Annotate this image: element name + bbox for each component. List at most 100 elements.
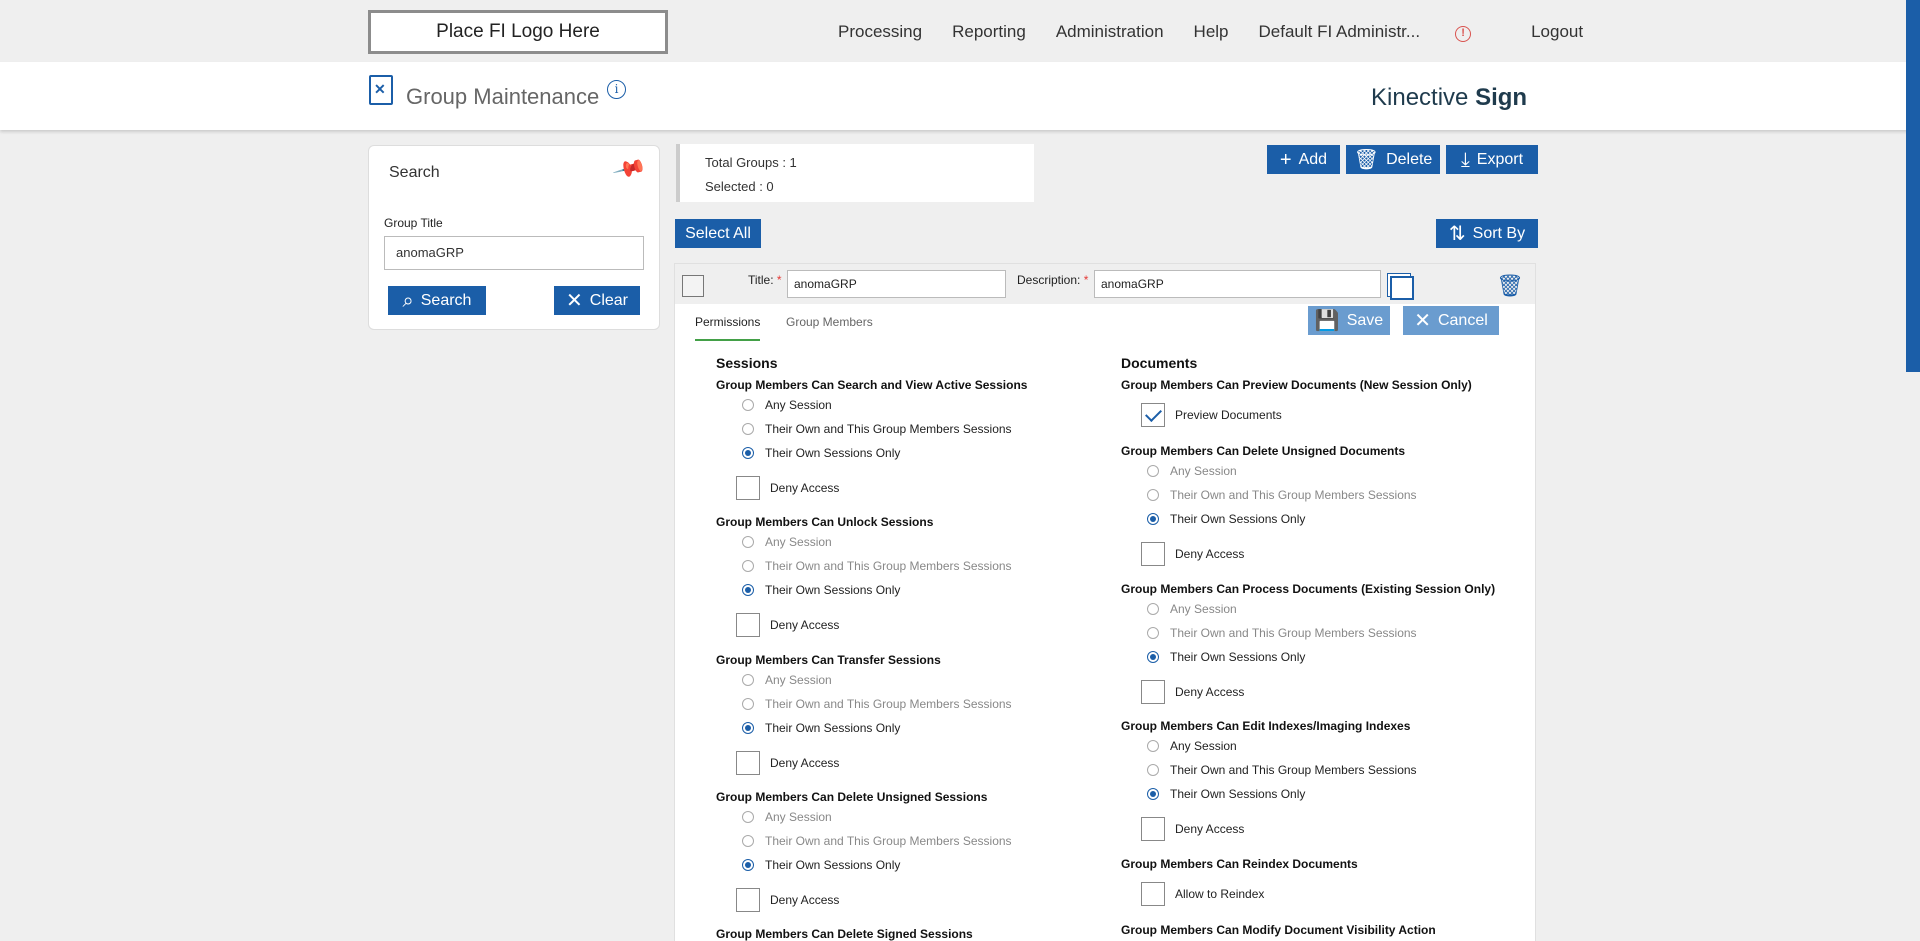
sort-by-button-label: Sort By [1472, 224, 1526, 242]
checkbox-box [736, 476, 760, 500]
radio-option[interactable]: Any Session [742, 398, 832, 412]
radio-label: Their Own Sessions Only [765, 721, 901, 735]
radio-option[interactable]: Any Session [742, 810, 832, 824]
radio-label: Their Own and This Group Members Session… [765, 834, 1012, 848]
checkbox-label: Allow to Reindex [1175, 887, 1265, 901]
radio-option[interactable]: Any Session [1147, 739, 1237, 753]
deny-access-checkbox[interactable]: Deny Access [736, 476, 839, 500]
radio-option[interactable]: Any Session [742, 535, 832, 549]
radio-option[interactable]: Their Own Sessions Only [1147, 650, 1305, 664]
user-name: Default FI Administr... [1258, 22, 1421, 41]
radio-label: Their Own and This Group Members Session… [765, 559, 1012, 573]
perm-group-title: Group Members Can Modify Document Visibi… [1121, 923, 1436, 937]
nav-user-menu[interactable]: Default FI Administr...! [1259, 22, 1502, 42]
pin-icon[interactable]: 📌 [611, 151, 647, 187]
radio-option[interactable]: Their Own Sessions Only [742, 721, 900, 735]
cancel-button[interactable]: ✕ Cancel [1403, 306, 1499, 335]
radio-button [742, 447, 754, 459]
selected-count: Selected : 0 [705, 179, 774, 194]
preview-documents-checkbox[interactable]: Preview Documents [1141, 403, 1282, 427]
title-input[interactable]: anomaGRP [787, 270, 1006, 298]
perm-group-title: Group Members Can Unlock Sessions [716, 515, 934, 529]
radio-button [742, 722, 754, 734]
scrollbar-thumb[interactable] [1906, 0, 1920, 372]
info-icon[interactable]: i [607, 80, 626, 99]
description-label: Description: * [1017, 273, 1088, 287]
radio-option[interactable]: Any Session [1147, 464, 1237, 478]
close-icon: ✕ [1414, 309, 1431, 332]
radio-option[interactable]: Any Session [1147, 602, 1237, 616]
radio-option[interactable]: Their Own and This Group Members Session… [1147, 488, 1417, 502]
checkbox-box [736, 751, 760, 775]
radio-button [1147, 764, 1159, 776]
sort-by-button[interactable]: ⇅ Sort By [1436, 219, 1538, 248]
nav-reporting[interactable]: Reporting [952, 22, 1026, 42]
save-button[interactable]: 💾 Save [1308, 306, 1390, 335]
radio-option[interactable]: Their Own Sessions Only [742, 858, 900, 872]
radio-option[interactable]: Their Own and This Group Members Session… [742, 422, 1012, 436]
tab-group-members[interactable]: Group Members [786, 315, 873, 329]
search-button[interactable]: ⌕ Search [388, 286, 486, 315]
radio-option[interactable]: Their Own Sessions Only [742, 583, 900, 597]
radio-label: Any Session [1170, 602, 1237, 616]
delete-button-label: Delete [1386, 150, 1433, 168]
group-select-checkbox[interactable] [682, 275, 704, 297]
perm-group-title: Group Members Can Preview Documents (New… [1121, 378, 1472, 392]
nav-help[interactable]: Help [1194, 22, 1229, 42]
add-button[interactable]: + Add [1267, 145, 1340, 174]
radio-option[interactable]: Their Own Sessions Only [742, 446, 900, 460]
search-button-label: Search [420, 291, 472, 309]
nav-administration[interactable]: Administration [1056, 22, 1164, 42]
checkbox-label: Deny Access [770, 481, 840, 495]
required-mark: * [776, 273, 782, 287]
deny-access-checkbox[interactable]: Deny Access [1141, 817, 1244, 841]
radio-button [1147, 627, 1159, 639]
delete-button[interactable]: 🗑 Delete [1346, 145, 1440, 174]
perm-group-title: Group Members Can Delete Unsigned Sessio… [716, 790, 988, 804]
deny-access-checkbox[interactable]: Deny Access [736, 613, 839, 637]
export-button-label: Export [1476, 150, 1524, 168]
radio-label: Their Own and This Group Members Session… [1170, 763, 1417, 777]
tab-permissions[interactable]: Permissions [695, 315, 761, 341]
nav-processing[interactable]: Processing [838, 22, 922, 42]
checkbox-box [1141, 542, 1165, 566]
total-groups: Total Groups : 1 [705, 155, 797, 170]
deny-access-checkbox[interactable]: Deny Access [736, 751, 839, 775]
perm-group-title: Group Members Can Reindex Documents [1121, 857, 1358, 871]
radio-option[interactable]: Their Own and This Group Members Session… [742, 834, 1012, 848]
nav-logout[interactable]: Logout [1531, 22, 1583, 42]
search-panel: Search 📌 Group Title anomaGRP ⌕ Search ✕ C… [368, 145, 660, 330]
clear-button[interactable]: ✕ Clear [554, 286, 640, 315]
radio-option[interactable]: Their Own and This Group Members Session… [1147, 626, 1417, 640]
trash-icon[interactable]: 🗑 [1496, 273, 1524, 299]
select-all-button[interactable]: Select All [675, 219, 761, 248]
checkbox-label: Deny Access [770, 618, 840, 632]
group-title-search-input[interactable]: anomaGRP [384, 236, 644, 270]
radio-button [1147, 651, 1159, 663]
radio-option[interactable]: Their Own Sessions Only [1147, 512, 1305, 526]
deny-access-checkbox[interactable]: Deny Access [736, 888, 839, 912]
copy-icon[interactable] [1390, 276, 1414, 300]
radio-label: Their Own Sessions Only [1170, 787, 1306, 801]
plus-icon: + [1279, 148, 1292, 171]
search-panel-title: Search [389, 164, 440, 181]
export-button[interactable]: ⤓ Export [1446, 145, 1538, 174]
radio-option[interactable]: Their Own and This Group Members Session… [742, 697, 1012, 711]
description-input[interactable]: anomaGRP [1094, 270, 1381, 298]
trash-icon: 🗑 [1353, 148, 1380, 171]
radio-button [1147, 788, 1159, 800]
allow-reindex-checkbox[interactable]: Allow to Reindex [1141, 882, 1264, 906]
radio-option[interactable]: Their Own and This Group Members Session… [742, 559, 1012, 573]
perm-group-title: Group Members Can Delete Unsigned Docume… [1121, 444, 1406, 458]
download-icon: ⤓ [1460, 148, 1470, 171]
radio-label: Any Session [765, 673, 832, 687]
title-label-text: Title: [748, 273, 774, 287]
deny-access-checkbox[interactable]: Deny Access [1141, 542, 1244, 566]
deny-access-checkbox[interactable]: Deny Access [1141, 680, 1244, 704]
title-label: Title: * [748, 273, 782, 287]
radio-option[interactable]: Any Session [742, 673, 832, 687]
checkbox-box [1141, 403, 1165, 427]
radio-option[interactable]: Their Own and This Group Members Session… [1147, 763, 1417, 777]
radio-button [1147, 465, 1159, 477]
radio-option[interactable]: Their Own Sessions Only [1147, 787, 1305, 801]
